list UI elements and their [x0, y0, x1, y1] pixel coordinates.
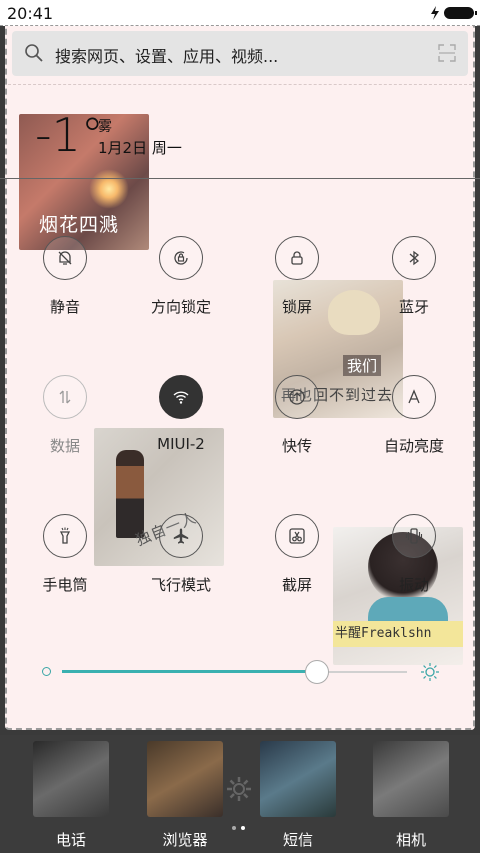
- weather-date: 1月2日 周一: [98, 139, 182, 157]
- bluetooth-icon[interactable]: [392, 236, 436, 280]
- brightness-thumb[interactable]: [305, 660, 330, 684]
- toggle-quick-transfer[interactable]: 快传: [237, 375, 357, 465]
- toggle-mobile-data[interactable]: 数据: [5, 375, 125, 465]
- dock-app-camera[interactable]: 相机: [373, 741, 449, 849]
- auto-brightness-icon[interactable]: [392, 375, 436, 419]
- weather-condition: 雾: [98, 119, 112, 135]
- toggle-vibrate[interactable]: 振动: [354, 514, 474, 604]
- vibrate-icon[interactable]: [392, 514, 436, 558]
- dock-app-messages-label: 短信: [282, 831, 313, 849]
- page-dot-active: [241, 826, 245, 830]
- photo1-caption-1: 我们: [343, 355, 382, 376]
- photo3-caption: 半醒Freaklshn: [333, 621, 463, 647]
- dock-app-phone-label: 电话: [55, 831, 86, 849]
- battery-icon: [444, 7, 477, 19]
- weather-temperature[interactable]: -1°: [35, 112, 104, 158]
- quick-transfer-icon[interactable]: [275, 375, 319, 419]
- flashlight-icon[interactable]: [43, 514, 87, 558]
- toggle-airplane-label: 飞行模式: [150, 576, 211, 594]
- page-dot: [232, 826, 236, 830]
- weather-image-caption: 烟花四溅: [39, 214, 120, 236]
- dock-app-phone[interactable]: 电话: [33, 741, 109, 849]
- charging-icon: [431, 6, 439, 20]
- messages-icon[interactable]: [260, 741, 336, 817]
- toggle-airplane[interactable]: 飞行模式: [121, 514, 241, 604]
- toggle-bluetooth[interactable]: 蓝牙: [354, 236, 474, 326]
- panel-divider: [8, 84, 472, 90]
- brightness-slider[interactable]: [40, 660, 440, 684]
- toggle-auto-brightness[interactable]: 自动亮度: [354, 375, 474, 465]
- dock-app-browser[interactable]: 浏览器: [147, 741, 223, 849]
- status-bar: 20:41: [0, 0, 480, 26]
- gear-icon[interactable]: [224, 774, 254, 804]
- toggle-quick-transfer-label: 快传: [281, 437, 312, 455]
- toggle-vibrate-label: 振动: [398, 576, 429, 594]
- toggle-wifi-label: MIUI-2: [157, 435, 205, 453]
- lock-icon[interactable]: [275, 236, 319, 280]
- toggle-wifi[interactable]: MIUI-2: [121, 375, 241, 465]
- toggle-rotation-lock[interactable]: 方向锁定: [121, 236, 241, 326]
- wifi-icon[interactable]: [159, 375, 203, 419]
- firework-graphic: [89, 169, 129, 209]
- airplane-icon[interactable]: [159, 514, 203, 558]
- brightness-low-icon: [42, 667, 51, 676]
- toggle-screenshot[interactable]: 截屏: [237, 514, 357, 604]
- toggle-mobile-data-label: 数据: [49, 437, 80, 455]
- toggle-flashlight-label: 手电筒: [42, 576, 88, 594]
- browser-icon[interactable]: [147, 741, 223, 817]
- dock-app-messages[interactable]: 短信: [260, 741, 336, 849]
- status-time: 20:41: [7, 4, 54, 23]
- screenshot-icon[interactable]: [275, 514, 319, 558]
- mute-bell-icon[interactable]: [43, 236, 87, 280]
- search-input[interactable]: 搜索网页、设置、应用、视频...: [55, 43, 278, 67]
- toggle-rotation-lock-label: 方向锁定: [150, 298, 211, 316]
- header-divider: [0, 178, 480, 179]
- toggle-lock-screen[interactable]: 锁屏: [237, 236, 357, 326]
- toggle-screenshot-label: 截屏: [281, 576, 312, 594]
- brightness-high-icon: [421, 663, 439, 681]
- scan-icon[interactable]: [438, 44, 456, 62]
- search-icon: [25, 44, 43, 62]
- page-indicator: [232, 826, 252, 832]
- toggle-mute-label: 静音: [49, 298, 80, 316]
- toggle-mute[interactable]: 静音: [5, 236, 125, 326]
- mobile-data-icon[interactable]: [43, 375, 87, 419]
- dock-app-browser-label: 浏览器: [162, 831, 208, 849]
- search-bar[interactable]: 搜索网页、设置、应用、视频...: [12, 31, 468, 76]
- camera-icon[interactable]: [373, 741, 449, 817]
- rotation-lock-icon[interactable]: [159, 236, 203, 280]
- toggle-flashlight[interactable]: 手电筒: [5, 514, 125, 604]
- toggle-lock-screen-label: 锁屏: [281, 298, 312, 316]
- phone-icon[interactable]: [33, 741, 109, 817]
- toggle-auto-brightness-label: 自动亮度: [383, 437, 444, 455]
- dock-app-camera-label: 相机: [395, 831, 426, 849]
- toggle-bluetooth-label: 蓝牙: [398, 298, 429, 316]
- brightness-fill: [62, 670, 318, 673]
